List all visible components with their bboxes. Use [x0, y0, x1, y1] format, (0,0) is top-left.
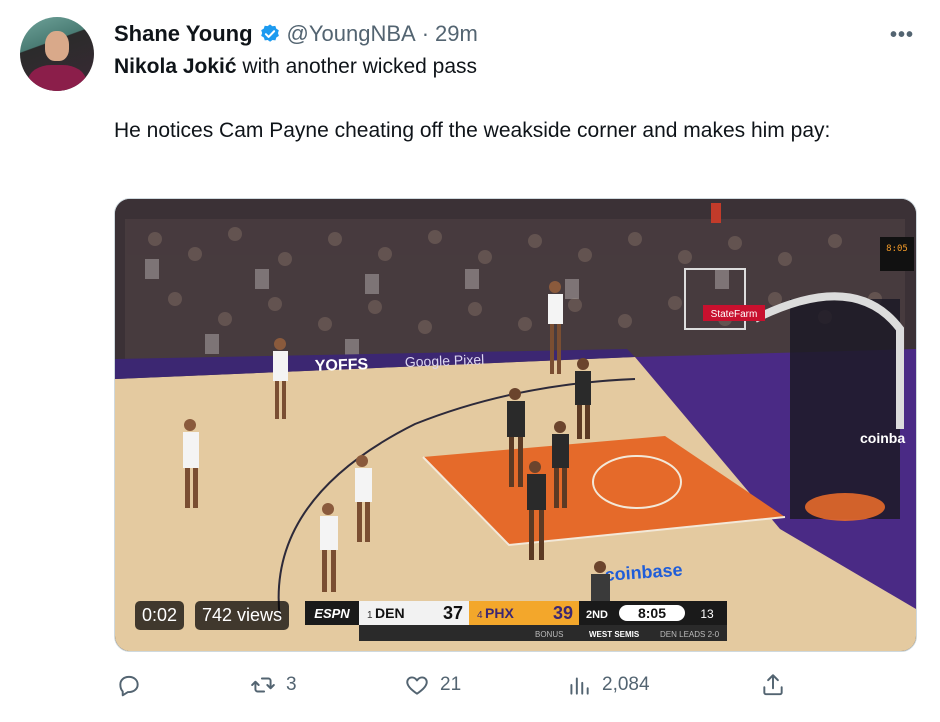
game-clock: 8:05 — [638, 605, 666, 621]
author-handle[interactable]: @YoungNBA — [287, 21, 416, 47]
video-timestamp: 0:02 — [135, 601, 185, 630]
away-score: 39 — [553, 603, 573, 623]
network-logo: ESPN — [314, 606, 350, 621]
statefarm-sign: StateFarm — [711, 309, 758, 320]
like-count: 21 — [440, 674, 462, 695]
views-count: 2,084 — [602, 674, 650, 695]
tweet-text-bold: Nikola Jokić — [114, 55, 237, 78]
verified-badge-icon — [260, 24, 279, 42]
video-views: 742 views — [195, 601, 290, 630]
share-icon — [763, 674, 783, 696]
shot-clock: 13 — [700, 607, 714, 621]
playoffs-sign: YOFFS — [315, 356, 369, 375]
more-options-icon[interactable]: ••• — [890, 24, 914, 47]
home-seed: 1 — [367, 610, 373, 621]
video-player[interactable]: 8:05 YOFFS Google Pixel StateFarm coinba… — [114, 198, 917, 652]
retweet-button[interactable]: 3 — [250, 672, 297, 698]
analytics-icon — [570, 677, 589, 695]
heart-icon — [406, 676, 428, 695]
reply-button[interactable] — [116, 672, 152, 698]
tweet-text-rest: with another wicked pass — [242, 55, 478, 78]
home-score: 37 — [443, 603, 463, 623]
home-team: DEN — [375, 605, 405, 621]
tweet-text-line1: Nikola Jokić with another wicked pass — [114, 55, 477, 79]
timestamp[interactable]: 29m — [435, 21, 478, 47]
retweet-count: 3 — [286, 674, 297, 695]
scoreboard: ESPN 1 DEN 37 4 PHX 39 2ND 8:05 13 BONUS… — [305, 601, 727, 641]
arena-clock-top: 8:05 — [886, 244, 908, 254]
avatar-face — [45, 31, 69, 61]
video-frame: 8:05 YOFFS Google Pixel StateFarm coinba… — [115, 199, 916, 651]
retweet-icon — [251, 677, 275, 693]
google-pixel-sign: Google Pixel — [405, 351, 485, 370]
baseline-ad: coinba — [860, 430, 905, 446]
share-button[interactable] — [760, 672, 786, 698]
avatar-shirt — [28, 65, 86, 91]
tweet-actions: 3 21 2,084 — [114, 672, 914, 704]
views-button[interactable]: 2,084 — [566, 672, 650, 698]
tweet-body: He notices Cam Payne cheating off the we… — [114, 119, 831, 142]
tweet-header: Shane Young @YoungNBA · 29m — [114, 20, 478, 48]
series-status: DEN LEADS 2-0 — [660, 630, 720, 639]
like-button[interactable]: 21 — [404, 672, 461, 698]
away-team: PHX — [485, 605, 514, 621]
separator-dot: · — [421, 21, 430, 46]
bonus-label: BONUS — [535, 630, 563, 639]
avatar[interactable] — [20, 17, 94, 91]
reply-icon — [119, 675, 139, 697]
period: 2ND — [586, 609, 608, 621]
away-seed: 4 — [477, 610, 483, 621]
series-label: WEST SEMIS — [589, 630, 640, 639]
author-name[interactable]: Shane Young — [114, 21, 253, 47]
